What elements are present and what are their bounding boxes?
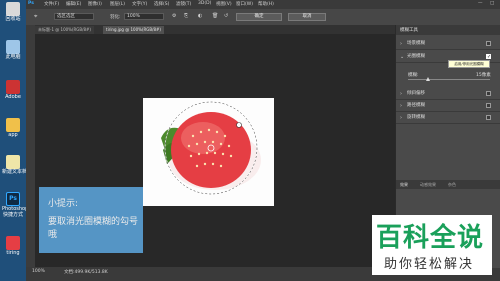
checkbox-field-blur[interactable] <box>486 41 491 46</box>
menu-select[interactable]: 选择(S) <box>154 1 169 7</box>
checkbox-iris-blur[interactable]: ✓ <box>486 54 491 60</box>
row-path-blur[interactable]: › 路径模糊 <box>396 101 500 112</box>
minimize-icon[interactable]: — <box>478 1 483 6</box>
watermark-sub: 助你轻松解决 <box>384 257 475 272</box>
ps-logo: Ps <box>28 1 34 6</box>
document-tabs: 未标题-1 @ 100%(RGB/8#) tiring.jpg @ 100%(R… <box>35 25 395 34</box>
menu-3d[interactable]: 3D(D) <box>198 1 211 6</box>
menu-image[interactable]: 图像(I) <box>88 1 102 7</box>
blur-slider-thumb[interactable] <box>426 77 430 81</box>
tip-box: 小提示: 要取消光圈模糊的勾号哦 <box>39 187 143 253</box>
tooltip: 启用/停用光圈模糊 <box>448 60 490 68</box>
desktop-icon-pc[interactable]: 此电脑 <box>2 40 24 60</box>
tip-body: 要取消光圈模糊的勾号哦 <box>48 217 139 240</box>
chevron-right-icon: › <box>400 115 402 121</box>
desktop-icon-app[interactable]: app <box>2 118 24 138</box>
strawberry-image <box>161 101 261 195</box>
menu-view[interactable]: 视图(V) <box>216 1 232 7</box>
tools-panel <box>26 25 35 268</box>
menu-type[interactable]: 文字(Y) <box>132 1 147 7</box>
feather-field[interactable]: 100% <box>124 13 164 20</box>
options-bar: ⌖ 选区选区 羽化: 100% ⚙ ⎘ ◐ 🗑 ↺ 确定 取消 <box>26 9 500 26</box>
chevron-right-icon: › <box>400 103 402 109</box>
text-file-icon <box>6 155 20 169</box>
maximize-icon[interactable]: □ <box>490 1 494 6</box>
desktop-icon-newtext[interactable]: 新建文本档 <box>2 155 27 175</box>
watermark-main: 百科全说 <box>376 223 485 253</box>
folder-icon <box>6 118 20 132</box>
chevron-right-icon: › <box>400 41 402 47</box>
checkbox-tilt-shift[interactable] <box>486 91 491 96</box>
adobe-icon <box>6 80 20 94</box>
panel-header: 模糊工具 <box>396 25 500 35</box>
tab-untitled[interactable]: 未标题-1 @ 100%(RGB/8#) <box>35 26 94 34</box>
photoshop-icon: Ps <box>6 192 20 206</box>
selection-field[interactable]: 选区选区 <box>54 13 94 20</box>
checkbox-spin-blur[interactable] <box>486 115 491 120</box>
ok-button[interactable]: 确定 <box>236 13 282 21</box>
tab-noise[interactable]: 杂色 <box>448 182 456 188</box>
reset-icon[interactable]: ↺ <box>224 13 228 19</box>
blur-tool-icon[interactable]: ⌖ <box>34 13 37 21</box>
row-field-blur[interactable]: › 场景模糊 <box>396 39 500 50</box>
desktop-icon-adobe[interactable]: Adobe <box>2 80 24 100</box>
row-tilt-shift[interactable]: › 倾斜偏移 <box>396 89 500 100</box>
blur-slider-value: 15像素 <box>476 73 491 78</box>
menu-file[interactable]: 文件(F) <box>44 1 59 7</box>
desktop-icon-tiring[interactable]: tiring <box>2 236 24 256</box>
chevron-down-icon: ⌄ <box>400 54 405 60</box>
menu-help[interactable]: 帮助(H) <box>258 1 274 7</box>
desktop-icon-recycle[interactable]: 回收站 <box>2 2 24 22</box>
recycle-bin-icon <box>6 2 20 16</box>
settings-icon[interactable]: ⚙ <box>172 13 176 19</box>
tip-title: 小提示: <box>48 199 79 209</box>
tab-effects[interactable]: 效果 <box>400 182 408 188</box>
chevron-right-icon: › <box>400 91 402 97</box>
tab-motion-effects[interactable]: 动感效果 <box>420 182 436 188</box>
blur-slider-track[interactable] <box>408 79 490 80</box>
row-spin-blur[interactable]: › 旋转模糊 <box>396 113 500 124</box>
document-size: 文档:499.9K/513.8K <box>64 270 108 275</box>
computer-icon <box>6 40 20 54</box>
image-file-icon <box>6 236 20 250</box>
mask-icon[interactable]: ◐ <box>198 13 202 19</box>
menu-filter[interactable]: 滤镜(T) <box>176 1 191 7</box>
blur-slider-label: 模糊: <box>408 73 419 78</box>
trash-icon[interactable]: 🗑 <box>212 13 218 19</box>
menu-bar: Ps 文件(F) 编辑(E) 图像(I) 图层(L) 文字(Y) 选择(S) 滤… <box>26 0 500 9</box>
menu-edit[interactable]: 编辑(E) <box>66 1 81 7</box>
document-image[interactable] <box>143 98 274 206</box>
desktop-icon-photoshop[interactable]: Ps Photoshop 快捷方式 <box>2 192 28 218</box>
zoom-readout: 100% <box>32 269 45 274</box>
paste-icon[interactable]: ⎘ <box>184 13 188 19</box>
menu-layer[interactable]: 图层(L) <box>110 1 125 7</box>
feather-label: 羽化: <box>110 15 121 20</box>
panel-title: 模糊工具 <box>400 28 418 33</box>
cancel-button[interactable]: 取消 <box>288 13 326 21</box>
watermark: 百科全说 助你轻松解决 <box>372 215 492 275</box>
effects-tabs: 效果 动感效果 杂色 <box>396 180 500 189</box>
tab-tiring[interactable]: tiring.jpg @ 100%(RGB/8#) <box>103 26 164 34</box>
checkbox-path-blur[interactable] <box>486 103 491 108</box>
menu-window[interactable]: 窗口(W) <box>236 1 253 7</box>
desktop-icons: 回收站 此电脑 Adobe app 新建文本档 Ps Photoshop 快捷方… <box>0 0 28 281</box>
